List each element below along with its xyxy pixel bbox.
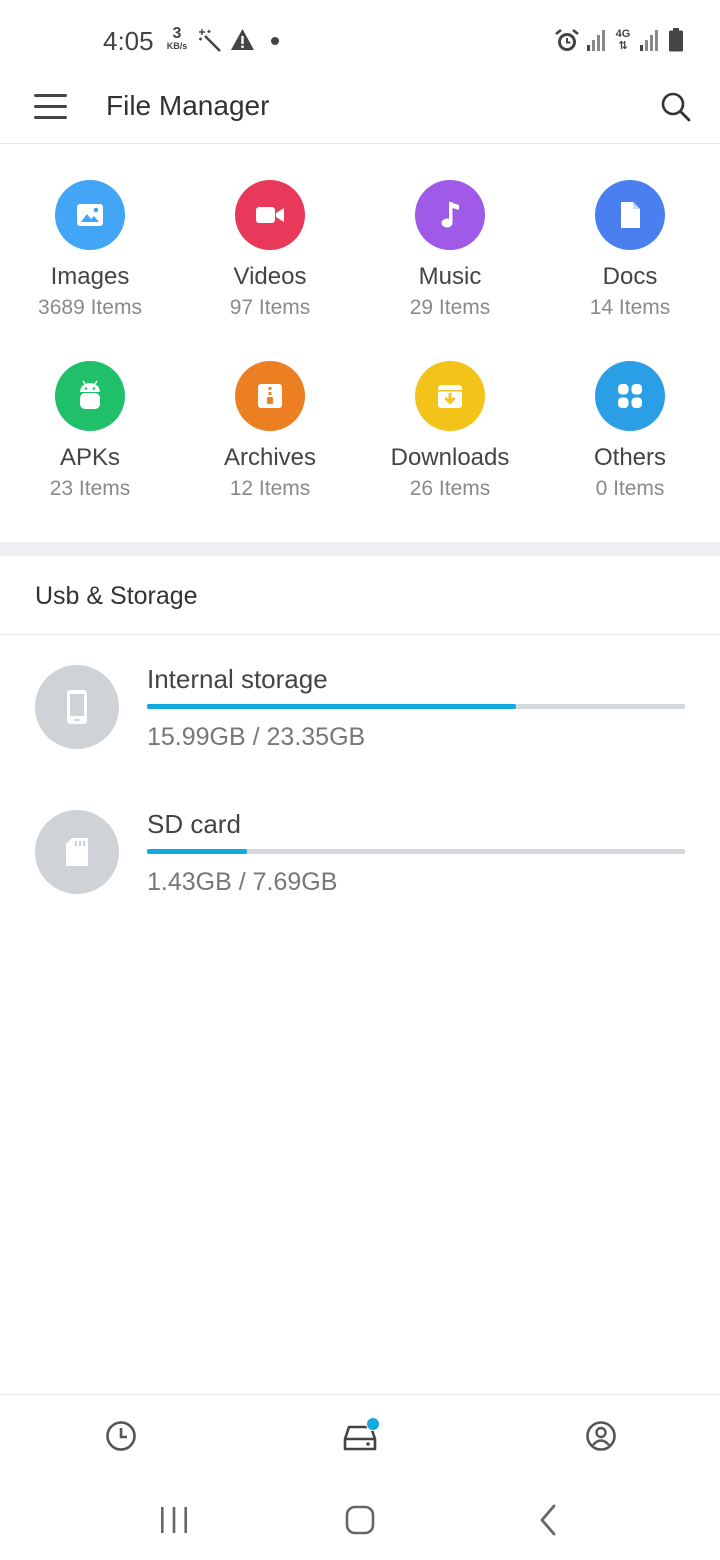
category-name: Downloads: [390, 444, 510, 471]
section-divider: [0, 542, 720, 556]
home-icon[interactable]: [340, 1500, 380, 1540]
status-bar: 4:05 3 KB/s 4G ⇅: [0, 0, 720, 80]
divider: [0, 634, 720, 635]
category-name: Others: [593, 444, 667, 471]
storage-name: Internal storage: [147, 664, 328, 694]
category-count: 14 Items: [589, 296, 671, 319]
category-name: Images: [50, 263, 130, 290]
storage-progress-fill: [147, 849, 248, 854]
category-images[interactable]: Images 3689 Items: [0, 150, 180, 320]
storage-usage: 1.43GB / 7.69GB: [147, 868, 338, 896]
category-icon-circle: [415, 361, 485, 431]
storage-progress-track: [147, 849, 685, 854]
category-icon-circle: [595, 361, 665, 431]
network-type-label: 4G: [615, 28, 631, 40]
category-apks[interactable]: APKs 23 Items: [0, 331, 180, 501]
account-icon[interactable]: [584, 1419, 618, 1453]
music-note-icon: [441, 202, 459, 228]
alarm-icon: [555, 29, 579, 51]
category-icon-circle: [235, 180, 305, 250]
page-title: File Manager: [106, 90, 270, 121]
bottom-nav: [0, 1394, 720, 1479]
category-name: Music: [418, 263, 482, 290]
network-type: 4G ⇅: [612, 28, 634, 52]
sd-card-icon: [66, 838, 88, 866]
category-videos[interactable]: Videos 97 Items: [180, 150, 360, 320]
phone-icon: [67, 690, 87, 724]
category-name: APKs: [59, 444, 121, 471]
category-name: Videos: [233, 263, 307, 290]
magic-wand-icon: [199, 29, 221, 52]
notification-dot: [271, 37, 279, 45]
category-archives[interactable]: Archives 12 Items: [180, 331, 360, 501]
category-icon-circle: [55, 180, 125, 250]
category-count: 26 Items: [409, 477, 491, 500]
grid-icon: [618, 384, 642, 408]
category-count: 0 Items: [595, 477, 665, 500]
category-icon-circle: [55, 361, 125, 431]
app-bar: File Manager: [0, 80, 720, 144]
category-name: Archives: [223, 444, 317, 471]
archive-icon: [258, 384, 282, 408]
category-icon-circle: [235, 361, 305, 431]
category-count: 12 Items: [229, 477, 311, 500]
category-name: Docs: [602, 263, 658, 290]
category-music[interactable]: Music 29 Items: [360, 150, 540, 320]
signal-icon: [587, 30, 605, 51]
clock-icon[interactable]: [104, 1419, 138, 1453]
category-count: 3689 Items: [38, 296, 142, 319]
battery-icon: [669, 28, 683, 52]
category-grid: Images 3689 Items Videos 97 Items Music …: [0, 150, 720, 540]
category-icon-circle: [595, 180, 665, 250]
storage-progress-fill: [147, 704, 516, 709]
status-time: 4:05: [103, 26, 154, 56]
category-downloads[interactable]: Downloads 26 Items: [360, 331, 540, 501]
back-icon[interactable]: [528, 1500, 568, 1540]
category-count: 97 Items: [229, 296, 311, 319]
network-speed-value: 3: [172, 25, 182, 42]
category-icon-circle: [415, 180, 485, 250]
category-count: 23 Items: [49, 477, 131, 500]
category-count: 29 Items: [409, 296, 491, 319]
recents-icon[interactable]: [154, 1500, 194, 1540]
video-icon: [256, 207, 284, 223]
android-icon: [80, 380, 100, 409]
storage-item-internal[interactable]: Internal storage 15.99GB / 23.35GB: [0, 664, 720, 785]
storage-avatar: [35, 810, 119, 894]
notification-badge: [366, 1417, 380, 1431]
search-icon[interactable]: [660, 91, 692, 123]
download-icon: [438, 385, 462, 408]
warning-icon: [231, 29, 254, 50]
storage-section-title: Usb & Storage: [35, 582, 198, 610]
network-speed: 3 KB/s: [162, 26, 192, 51]
category-others[interactable]: Others 0 Items: [540, 331, 720, 501]
document-icon: [621, 202, 640, 228]
signal-icon-2: [640, 30, 658, 51]
menu-icon[interactable]: [34, 93, 68, 121]
storage-avatar: [35, 665, 119, 749]
image-icon: [77, 204, 103, 226]
storage-item-sd-card[interactable]: SD card 1.43GB / 7.69GB: [0, 809, 720, 930]
storage-name: SD card: [147, 809, 241, 839]
data-arrows-icon: ⇅: [618, 40, 628, 52]
system-nav-bar: [0, 1478, 720, 1560]
network-speed-unit: KB/s: [166, 41, 188, 51]
category-docs[interactable]: Docs 14 Items: [540, 150, 720, 320]
storage-progress-track: [147, 704, 685, 709]
storage-usage: 15.99GB / 23.35GB: [147, 723, 366, 751]
